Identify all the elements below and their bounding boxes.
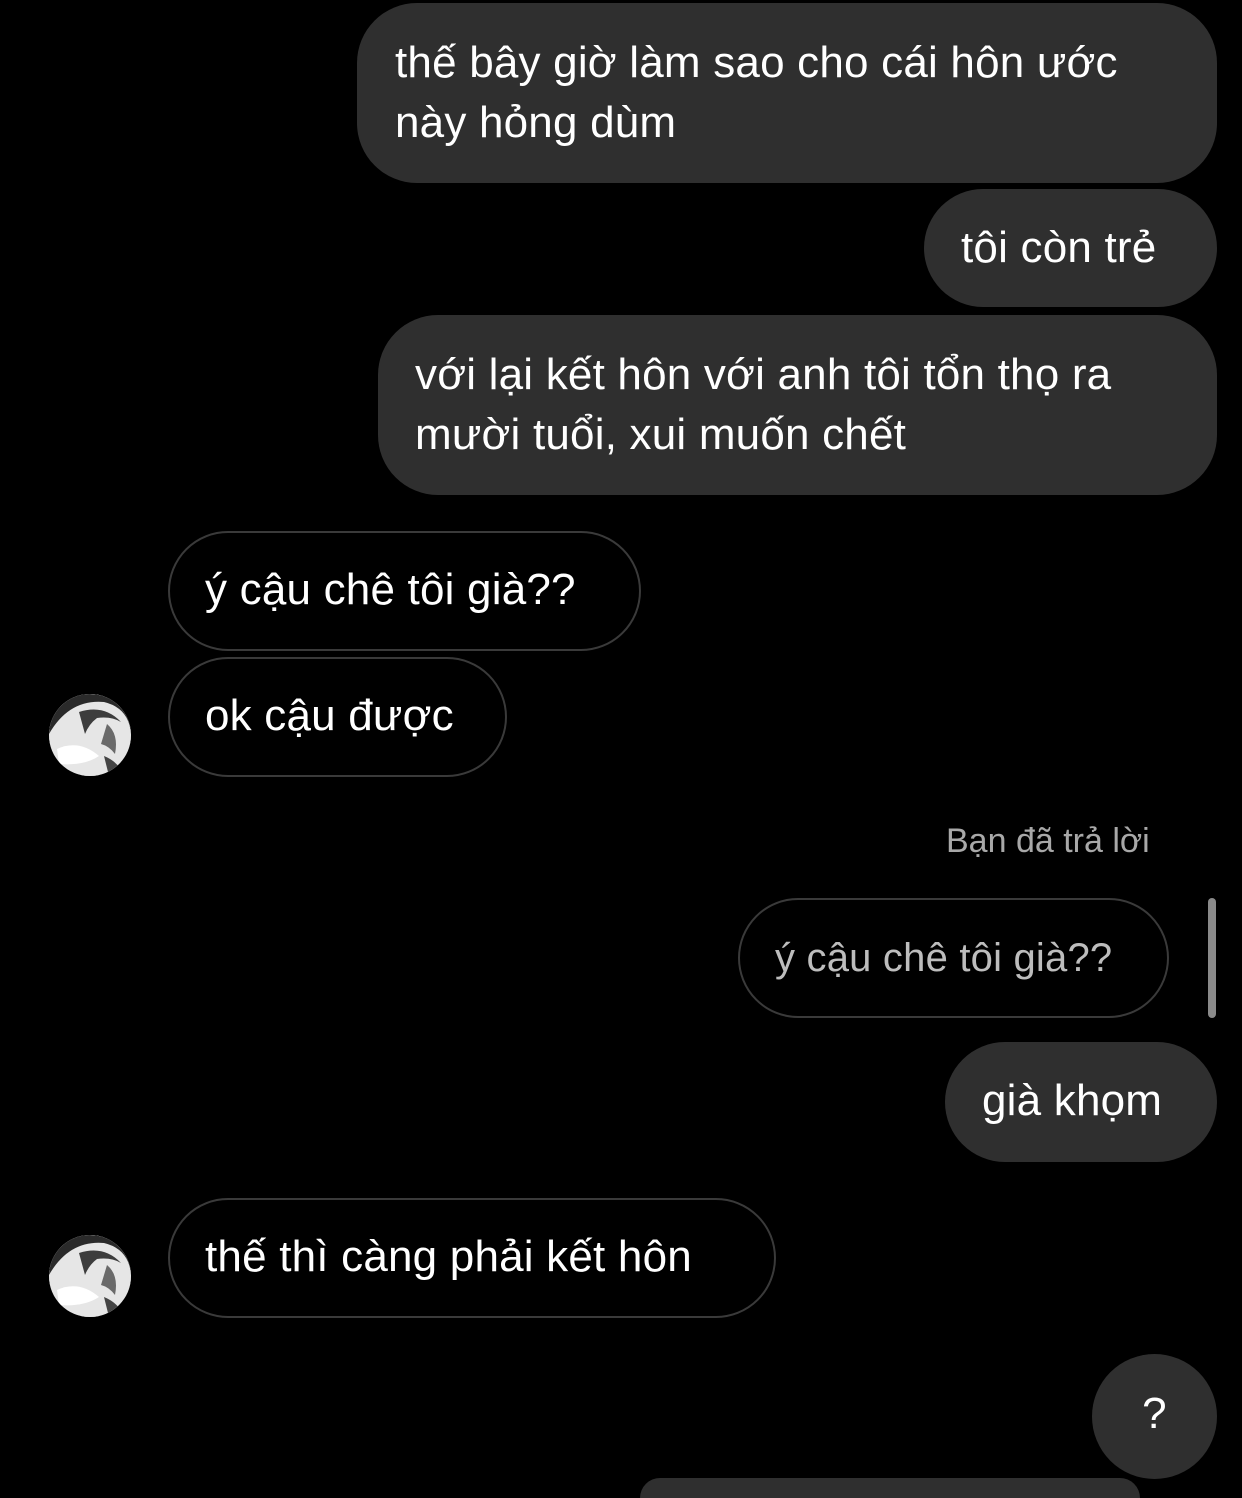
reply-label: Bạn đã trả lời	[946, 822, 1150, 860]
message-bubble-sent[interactable]: già khọm	[945, 1042, 1217, 1162]
message-bubble-sent[interactable]: tôi còn trẻ	[924, 189, 1217, 307]
message-text-line: này hỏng dùm	[395, 98, 677, 147]
quoted-reply-bubble[interactable]: ý cậu chê tôi già??	[738, 898, 1169, 1018]
message-bubble-sent[interactable]: ?	[1092, 1354, 1217, 1479]
contact-avatar[interactable]	[49, 1235, 131, 1317]
message-text-line: thế bây giờ làm sao cho cái hôn ước	[395, 38, 1118, 87]
message-text: tôi còn trẻ	[961, 223, 1157, 272]
message-text: ok cậu được	[205, 691, 454, 740]
contact-avatar[interactable]	[49, 694, 131, 776]
message-text: ?	[1142, 1389, 1167, 1438]
message-bubble-partial	[640, 1478, 1140, 1498]
message-text: thế thì càng phải kết hôn	[205, 1232, 692, 1281]
avatar-image	[49, 694, 131, 776]
message-bubble-received[interactable]: ý cậu chê tôi già??	[168, 531, 641, 651]
message-bubble-received[interactable]: ok cậu được	[168, 657, 507, 777]
message-text-line: với lại kết hôn với anh tôi tổn thọ ra	[415, 350, 1112, 399]
message-bubble-received[interactable]: thế thì càng phải kết hôn	[168, 1198, 776, 1318]
scrollbar[interactable]	[1208, 898, 1216, 1018]
message-bubble-sent[interactable]: với lại kết hôn với anh tôi tổn thọ ra m…	[378, 315, 1217, 495]
message-text: ý cậu chê tôi già??	[205, 565, 576, 614]
message-text-line: mười tuổi, xui muốn chết	[415, 410, 907, 459]
avatar-image	[49, 1235, 131, 1317]
message-text: già khọm	[982, 1076, 1163, 1125]
quoted-reply-text: ý cậu chê tôi già??	[775, 936, 1113, 980]
message-bubble-sent[interactable]: thế bây giờ làm sao cho cái hôn ước này …	[357, 3, 1217, 183]
